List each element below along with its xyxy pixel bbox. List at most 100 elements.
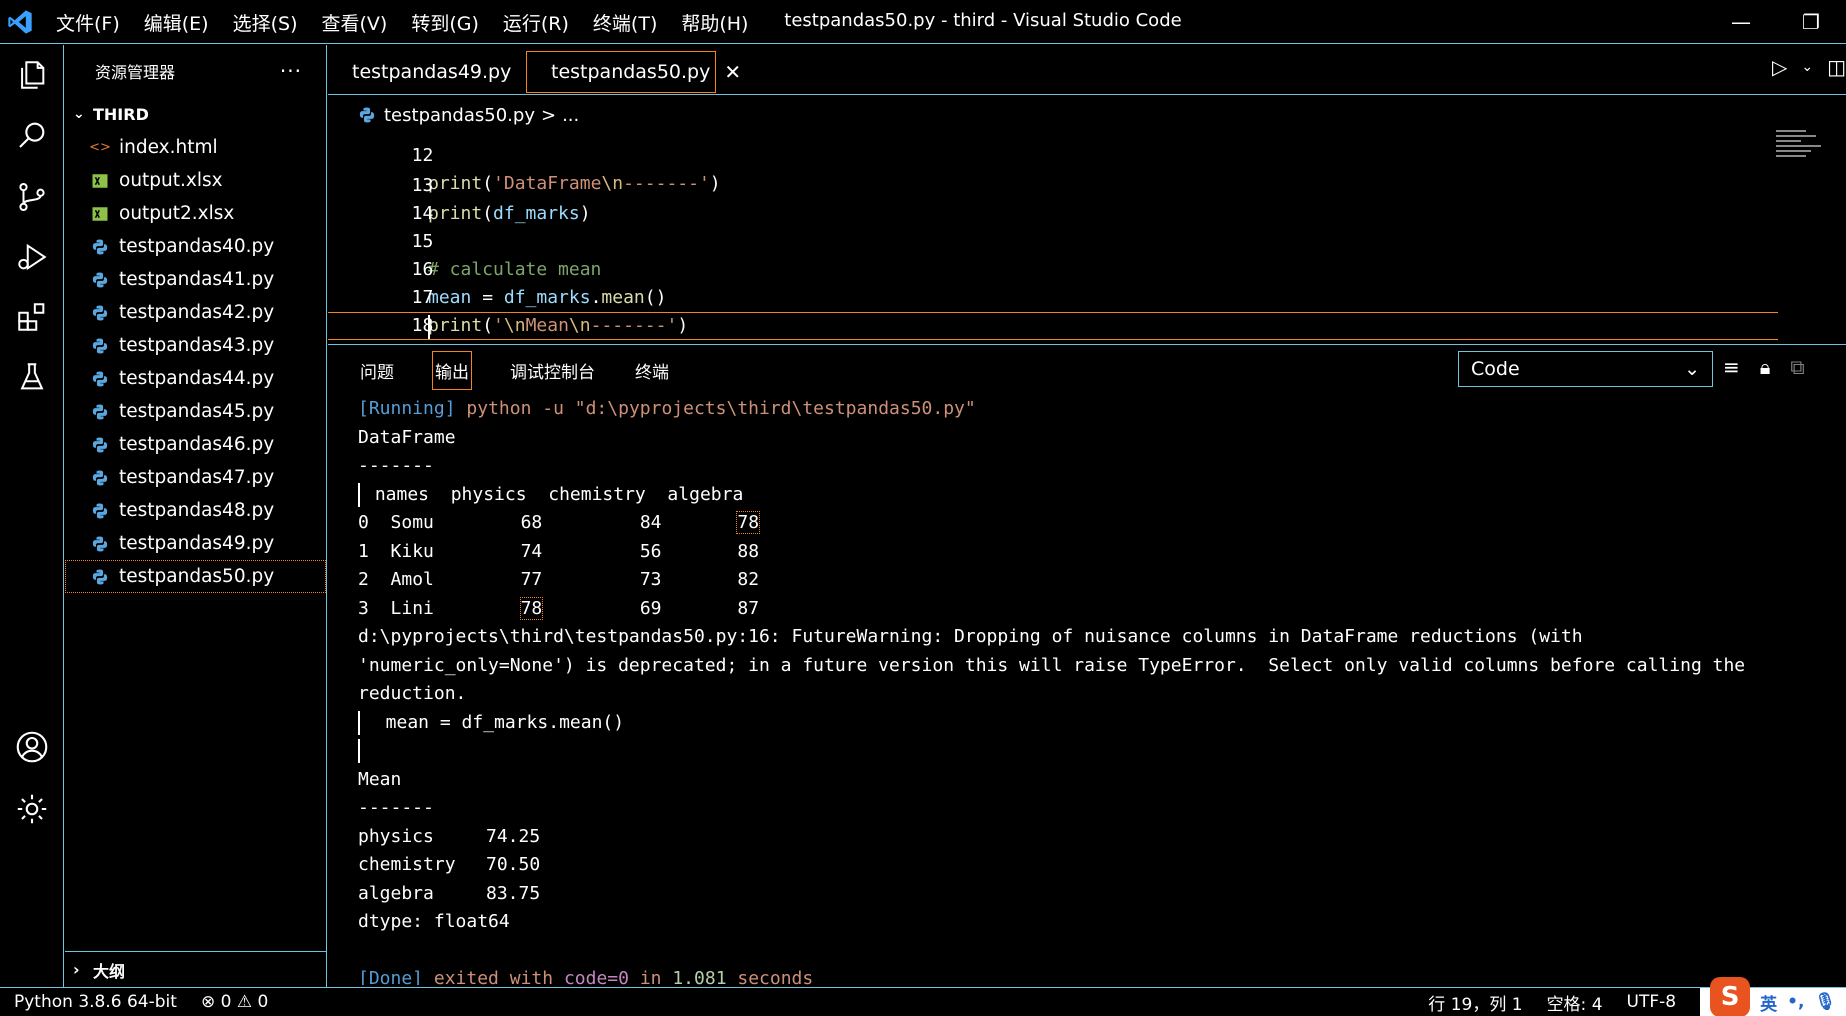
menu-run[interactable]: 运行(R) (503, 9, 581, 36)
file-item[interactable]: testpandas47.py (65, 461, 326, 494)
search-icon[interactable] (8, 111, 56, 159)
minimap[interactable] (1776, 130, 1826, 170)
tab-problems[interactable]: 问题 (358, 352, 396, 389)
python-interpreter[interactable]: Python 3.8.6 64-bit (14, 992, 177, 1012)
code-line-current: 19 (328, 312, 1778, 340)
sogou-logo-icon: S (1710, 977, 1751, 1016)
file-item[interactable]: output2.xlsx (65, 197, 326, 230)
output-channel-select[interactable]: Code ⌄ (1458, 351, 1713, 387)
file-item[interactable]: testpandas46.py (65, 428, 326, 461)
table-cell: 69 (639, 597, 662, 619)
split-editor-icon[interactable]: ◫ (1827, 55, 1846, 79)
table-cell: 84 (639, 512, 662, 533)
output-line: DataFrame (358, 426, 456, 448)
table-row: 1 Kiku 74 56 88 (358, 538, 1846, 567)
menu-selection[interactable]: 选择(S) (233, 9, 310, 36)
file-item[interactable]: testpandas48.py (65, 494, 326, 527)
output-console[interactable]: [Running] python -u "d:\pyprojects\third… (358, 395, 1846, 985)
menu-terminal[interactable]: 终端(T) (593, 9, 669, 36)
breadcrumb-file[interactable]: testpandas50.py (384, 105, 535, 126)
file-name: testpandas40.py (119, 236, 275, 257)
indentation[interactable]: 空格: 4 (1547, 990, 1603, 1015)
python-icon (89, 236, 111, 258)
cursor-position[interactable]: 行 19，列 1 (1428, 990, 1522, 1015)
code-line: 13 print(df_marks) (328, 144, 1778, 224)
file-item[interactable]: <> index.html (65, 131, 326, 164)
file-name: testpandas47.py (119, 467, 275, 488)
text-cursor (428, 315, 430, 339)
folder-header[interactable]: ⌄ THIRD (65, 97, 326, 131)
menu-view[interactable]: 查看(V) (322, 9, 400, 36)
menu-file[interactable]: 文件(F) (56, 9, 132, 36)
outline-section[interactable]: › 大纲 (65, 951, 327, 987)
output-line: [Running] python -u "d:\pyprojects\third… (358, 398, 976, 419)
problems-count[interactable]: ⊗ 0 ⚠ 0 (201, 992, 268, 1012)
python-icon (89, 302, 111, 324)
tab-testpandas49[interactable]: testpandas49.py (328, 51, 516, 93)
file-item[interactable]: testpandas44.py (65, 362, 326, 395)
lock-icon[interactable]: 🔒︎ (1760, 355, 1771, 379)
breadcrumb-symbols[interactable]: ... (562, 105, 579, 126)
file-item[interactable]: testpandas43.py (65, 329, 326, 362)
chevron-down-icon[interactable]: ⌄ (1801, 59, 1813, 79)
file-item[interactable]: testpandas41.py (65, 263, 326, 296)
file-item[interactable]: testpandas45.py (65, 395, 326, 428)
ime-indicator[interactable]: S 英 •, 🎙︎ (1700, 977, 1846, 1016)
menu-bar: 文件(F) 编辑(E) 选择(S) 查看(V) 转到(G) 运行(R) 终端(T… (56, 0, 772, 44)
output-line: [Done] exited with code=0 in 1.081 secon… (358, 968, 814, 985)
mean-row: chemistry 70.50 (358, 851, 1846, 880)
source-control-icon[interactable] (8, 173, 56, 221)
explorer-icon[interactable] (8, 51, 56, 99)
more-actions-button[interactable]: ··· (280, 59, 302, 83)
ime-language: 英 (1760, 994, 1778, 1015)
run-debug-icon[interactable] (8, 233, 56, 281)
accounts-icon[interactable] (8, 723, 56, 771)
testing-icon[interactable] (8, 353, 56, 401)
file-name: testpandas42.py (119, 302, 275, 323)
table-cell: 74 (520, 540, 543, 562)
menu-edit[interactable]: 编辑(E) (144, 9, 221, 36)
output-line: d:\pyprojects\third\testpandas50.py:16: … (358, 626, 1583, 647)
tab-terminal[interactable]: 终端 (633, 352, 671, 389)
breadcrumb: testpandas50.py > ... (328, 100, 1528, 130)
code-editor[interactable]: 12 print('DataFrame\n-------') 13 print(… (328, 130, 1846, 343)
output-line: names physics chemistry algebra (358, 481, 1846, 510)
encoding[interactable]: UTF-8 (1627, 992, 1677, 1012)
clear-output-icon[interactable]: ≡ (1723, 355, 1740, 379)
chevron-down-icon: ⌄ (73, 106, 85, 122)
run-python-icon[interactable]: ▷ (1772, 55, 1787, 79)
output-channel-value: Code (1471, 358, 1520, 380)
table-cell: 82 (737, 569, 760, 590)
restore-button[interactable]: ❐ (1776, 0, 1846, 44)
dataframe-rows: 0 Somu 68 84 78 1 Kiku 74 56 88 2 Amol 77 … (358, 509, 1846, 623)
output-line: Mean (358, 768, 402, 790)
tab-debug-console[interactable]: 调试控制台 (508, 352, 597, 389)
menu-go[interactable]: 转到(G) (411, 9, 491, 36)
tab-testpandas50[interactable]: testpandas50.py ✕ (526, 51, 741, 93)
code-line: 16 mean = df_marks.mean() (328, 228, 1778, 308)
mean-key: physics (358, 825, 434, 847)
file-name: testpandas48.py (119, 500, 275, 521)
output-line: reduction. (358, 683, 467, 704)
close-icon[interactable]: ✕ (724, 60, 741, 84)
file-item[interactable]: testpandas42.py (65, 296, 326, 329)
python-icon (89, 566, 111, 588)
file-item[interactable]: testpandas50.py (65, 560, 326, 593)
settings-gear-icon[interactable] (8, 785, 56, 833)
vscode-logo-icon (8, 10, 32, 34)
table-cell: Amol (390, 569, 434, 590)
table-cell: 68 (520, 512, 543, 533)
minimize-button[interactable]: — (1706, 0, 1776, 44)
table-cell: 2 (358, 569, 369, 590)
menu-help[interactable]: 帮助(H) (681, 9, 760, 36)
panel-tabs: 问题 输出 调试控制台 终端 (328, 345, 707, 395)
file-item[interactable]: testpandas49.py (65, 527, 326, 560)
line-number: 19 (371, 341, 433, 343)
explorer-title: 资源管理器 (95, 63, 176, 82)
tab-output[interactable]: 输出 (432, 350, 472, 390)
file-item[interactable]: testpandas40.py (65, 230, 326, 263)
panel-actions: ≡ 🔒︎ ⧉ (1723, 355, 1805, 379)
file-item[interactable]: output.xlsx (65, 164, 326, 197)
open-log-icon[interactable]: ⧉ (1790, 355, 1804, 379)
extensions-icon[interactable] (8, 293, 56, 341)
